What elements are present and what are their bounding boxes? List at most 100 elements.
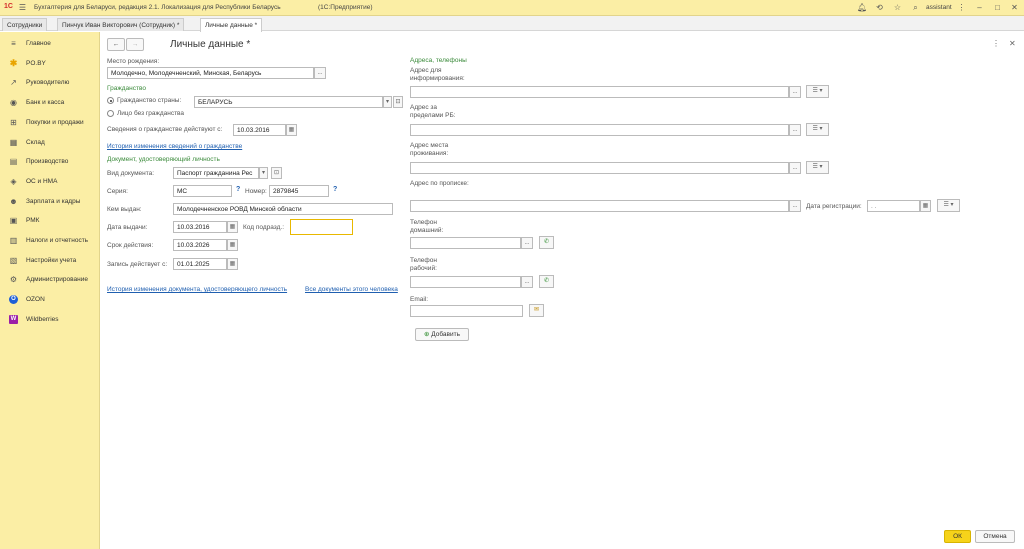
maximize-icon[interactable]: □ [993, 3, 1002, 12]
addr-registration-label: Адрес по прописке: [410, 180, 469, 187]
addr-abroad-menu-button[interactable]: ☰ ▾ [806, 123, 829, 136]
series-field[interactable]: MC [173, 185, 232, 197]
addr-residence-select-button[interactable]: ... [789, 162, 801, 174]
sidebar-item-icon: ▣ [9, 216, 18, 226]
addr-residence-field[interactable] [410, 162, 789, 174]
sidebar-item[interactable]: ✱ PO.BY [0, 55, 100, 73]
email-field[interactable] [410, 305, 523, 317]
series-help-icon[interactable]: ? [236, 186, 240, 193]
citizenship-since-field[interactable]: 10.03.2016 [233, 124, 286, 136]
all-docs-link[interactable]: Все документы этого человека [305, 286, 398, 293]
addr-registration-field[interactable] [410, 200, 789, 212]
app-title: Бухгалтерия для Беларуси, редакция 2.1. … [34, 4, 281, 11]
sidebar-item-label: Администрирование [26, 276, 88, 284]
validity-field[interactable]: 10.03.2026 [173, 239, 227, 251]
citizenship-calendar-icon[interactable]: ▦ [286, 124, 297, 136]
tab-personal-data[interactable]: Личные данные * [200, 18, 263, 32]
citizenship-header: Гражданство [107, 85, 146, 92]
history-icon[interactable]: ⟲ [875, 3, 884, 12]
sidebar-item[interactable]: W Wildberries [0, 311, 100, 329]
citizenship-open-button[interactable]: ⊡ [393, 96, 403, 108]
doc-type-dropdown-button[interactable]: ▾ [259, 167, 268, 179]
email-envelope-icon[interactable]: ✉ [529, 304, 544, 317]
addr-info-label: Адрес для информирования: [410, 67, 465, 82]
citizenship-country-field[interactable]: БЕЛАРУСЬ [194, 96, 383, 108]
phone-home-select-button[interactable]: ... [521, 237, 533, 249]
minimize-icon[interactable]: – [975, 3, 984, 12]
sidebar-item-icon: ≡ [11, 39, 16, 48]
addr-info-menu-button[interactable]: ☰ ▾ [806, 85, 829, 98]
issue-date-calendar-icon[interactable]: ▦ [227, 221, 238, 233]
back-button[interactable]: ← [107, 38, 125, 51]
birthplace-select-button[interactable]: ... [314, 67, 326, 79]
phone-home-field[interactable] [410, 237, 521, 249]
sidebar-item-label: OZON [26, 296, 45, 304]
form-more-icon[interactable]: ⋮ [992, 39, 1000, 48]
phone-work-field[interactable] [410, 276, 521, 288]
number-field[interactable]: 2879845 [269, 185, 329, 197]
platform-label: (1С:Предприятие) [318, 4, 373, 11]
sidebar-item[interactable]: ☻ Зарплата и кадры [0, 193, 100, 211]
record-since-calendar-icon[interactable]: ▦ [227, 258, 238, 270]
phone-work-call-icon[interactable]: ✆ [539, 275, 554, 288]
doc-type-field[interactable]: Паспорт гражданина Рес [173, 167, 259, 179]
doc-type-open-button[interactable]: ⊡ [271, 167, 282, 179]
issue-date-field[interactable]: 10.03.2016 [173, 221, 227, 233]
add-button[interactable]: ⊕ Добавить [415, 328, 469, 341]
sidebar-item[interactable]: ◈ ОС и НМА [0, 173, 100, 191]
birthplace-field[interactable]: Молодечно, Молодечненский, Минская, Бела… [107, 67, 314, 79]
sidebar-item-icon: ⊞ [10, 117, 17, 127]
search-icon[interactable]: ⌕ [911, 3, 920, 12]
phone-work-select-button[interactable]: ... [521, 276, 533, 288]
dept-code-label: Код подразд.: [243, 224, 285, 231]
validity-calendar-icon[interactable]: ▦ [227, 239, 238, 251]
addr-registration-menu-button[interactable]: ☰ ▾ [937, 199, 960, 212]
sidebar-item[interactable]: ▥ Налоги и отчетность [0, 232, 100, 250]
stateless-radio[interactable] [107, 110, 114, 117]
sidebar-item[interactable]: ◉ Банк и касса [0, 94, 100, 112]
addr-abroad-select-button[interactable]: ... [789, 124, 801, 136]
addr-info-select-button[interactable]: ... [789, 86, 801, 98]
registration-date-calendar-icon[interactable]: ▦ [920, 200, 931, 212]
citizenship-country-radio[interactable] [107, 97, 114, 104]
ok-button[interactable]: ОК [944, 530, 971, 543]
sidebar-item[interactable]: ▦ Склад [0, 134, 100, 152]
tab-employee-card[interactable]: Пинчук Иван Викторович (Сотрудник) * [57, 18, 185, 31]
dept-code-field[interactable] [290, 219, 353, 235]
sidebar-item[interactable]: ⊞ Покупки и продажи [0, 114, 100, 132]
star-icon[interactable]: ☆ [893, 3, 902, 12]
addr-residence-menu-button[interactable]: ☰ ▾ [806, 161, 829, 174]
sidebar-item[interactable]: ⚙ Администрирование [0, 271, 100, 289]
sidebar-item[interactable]: ▣ РМК [0, 212, 100, 230]
cancel-button[interactable]: Отмена [975, 530, 1015, 543]
close-icon[interactable]: ✕ [1010, 3, 1019, 12]
issued-by-field[interactable]: Молодечненское РОВД Минской области [173, 203, 393, 215]
document-header: Документ, удостоверяющий личность [107, 156, 220, 163]
citizenship-country-label: Гражданство страны: [117, 97, 182, 104]
forward-button[interactable]: → [126, 38, 144, 51]
record-since-field[interactable]: 01.01.2025 [173, 258, 227, 270]
addr-info-field[interactable] [410, 86, 789, 98]
user-name[interactable]: assistant [926, 4, 952, 11]
tab-employees[interactable]: Сотрудники [2, 18, 48, 31]
phone-home-call-icon[interactable]: ✆ [539, 236, 554, 249]
sidebar-item[interactable]: ≡ Главное [0, 35, 100, 53]
addr-registration-select-button[interactable]: ... [789, 200, 801, 212]
sidebar-item[interactable]: O OZON [0, 291, 100, 309]
bell-icon[interactable]: 🔔︎ [857, 3, 867, 12]
addr-abroad-field[interactable] [410, 124, 789, 136]
sidebar-item[interactable]: ↗ Руководителю [0, 74, 100, 92]
sidebar-item[interactable]: ▧ Настройки учета [0, 252, 100, 270]
more-icon[interactable]: ⋮ [957, 3, 966, 12]
number-help-icon[interactable]: ? [333, 186, 337, 193]
sidebar-item-label: Главное [26, 40, 51, 47]
registration-date-label: Дата регистрации: [806, 203, 862, 210]
menu-icon[interactable]: ☰ [18, 3, 27, 12]
registration-date-field[interactable]: . . [867, 200, 920, 212]
doc-history-link[interactable]: История изменения документа, удостоверяю… [107, 286, 287, 293]
citizenship-history-link[interactable]: История изменения сведений о гражданстве [107, 143, 242, 150]
citizenship-dropdown-button[interactable]: ▾ [383, 96, 392, 108]
validity-label: Срок действия: [107, 242, 154, 249]
form-close-icon[interactable]: ✕ [1009, 39, 1016, 48]
sidebar-item[interactable]: ▤ Производство [0, 153, 100, 171]
